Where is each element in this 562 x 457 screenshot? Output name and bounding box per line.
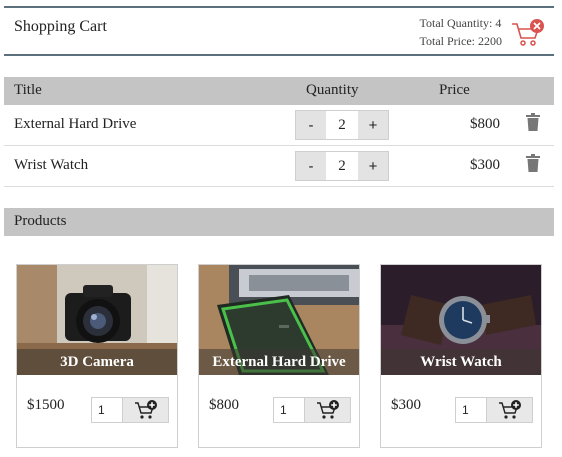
cart-table: Title Quantity Price External Hard Drive…: [4, 77, 554, 187]
total-quantity: Total Quantity: 4: [419, 16, 502, 30]
cart-totals: Total Quantity: 4 Total Price: 2200: [420, 14, 502, 50]
increment-button[interactable]: +: [358, 111, 388, 139]
cart-add-icon[interactable]: [122, 398, 168, 422]
cart-remove-icon[interactable]: [510, 18, 546, 48]
products-heading: Products: [4, 208, 554, 236]
quantity-stepper: - 2 +: [295, 151, 389, 181]
product-price: $1500: [27, 397, 65, 413]
trash-icon[interactable]: [526, 113, 540, 131]
row-title: Wrist Watch: [14, 157, 89, 173]
table-row: External Hard Drive - 2 + $800: [4, 105, 554, 146]
product-quantity-input[interactable]: 1: [456, 398, 486, 422]
add-to-cart-group: 1: [455, 397, 533, 423]
table-row: Wrist Watch - 2 + $300: [4, 146, 554, 187]
quantity-value: 2: [326, 111, 358, 139]
product-quantity-input[interactable]: 1: [92, 398, 122, 422]
product-image: Wrist Watch: [381, 265, 541, 375]
column-price: Price: [439, 82, 470, 98]
row-price: $800: [470, 116, 500, 132]
cart-add-icon[interactable]: [304, 398, 350, 422]
trash-icon[interactable]: [526, 154, 540, 172]
decrement-button[interactable]: -: [296, 111, 326, 139]
add-to-cart-group: 1: [273, 397, 351, 423]
column-quantity: Quantity: [306, 82, 359, 98]
quantity-stepper: - 2 +: [295, 110, 389, 140]
product-quantity-input[interactable]: 1: [274, 398, 304, 422]
row-title: External Hard Drive: [14, 116, 137, 132]
product-card: External Hard Drive $800 1: [198, 264, 360, 448]
table-header: Title Quantity Price: [4, 77, 554, 105]
decrement-button[interactable]: -: [296, 152, 326, 180]
increment-button[interactable]: +: [358, 152, 388, 180]
product-card: Wrist Watch $300 1: [380, 264, 542, 448]
product-price: $800: [209, 397, 239, 413]
row-price: $300: [470, 157, 500, 173]
product-name: 3D Camera: [17, 349, 177, 375]
product-name: External Hard Drive: [199, 349, 359, 375]
product-name: Wrist Watch: [381, 349, 541, 375]
product-image: 3D Camera: [17, 265, 177, 375]
cart-add-icon[interactable]: [486, 398, 532, 422]
product-card: 3D Camera $1500 1: [16, 264, 178, 448]
page-title: Shopping Cart: [14, 18, 107, 35]
product-image: External Hard Drive: [199, 265, 359, 375]
total-price: Total Price: 2200: [419, 34, 502, 48]
products-heading-label: Products: [14, 213, 67, 229]
product-price: $300: [391, 397, 421, 413]
cart-header: Shopping Cart Total Quantity: 4 Total Pr…: [4, 6, 554, 56]
quantity-value: 2: [326, 152, 358, 180]
add-to-cart-group: 1: [91, 397, 169, 423]
column-title: Title: [14, 82, 42, 98]
